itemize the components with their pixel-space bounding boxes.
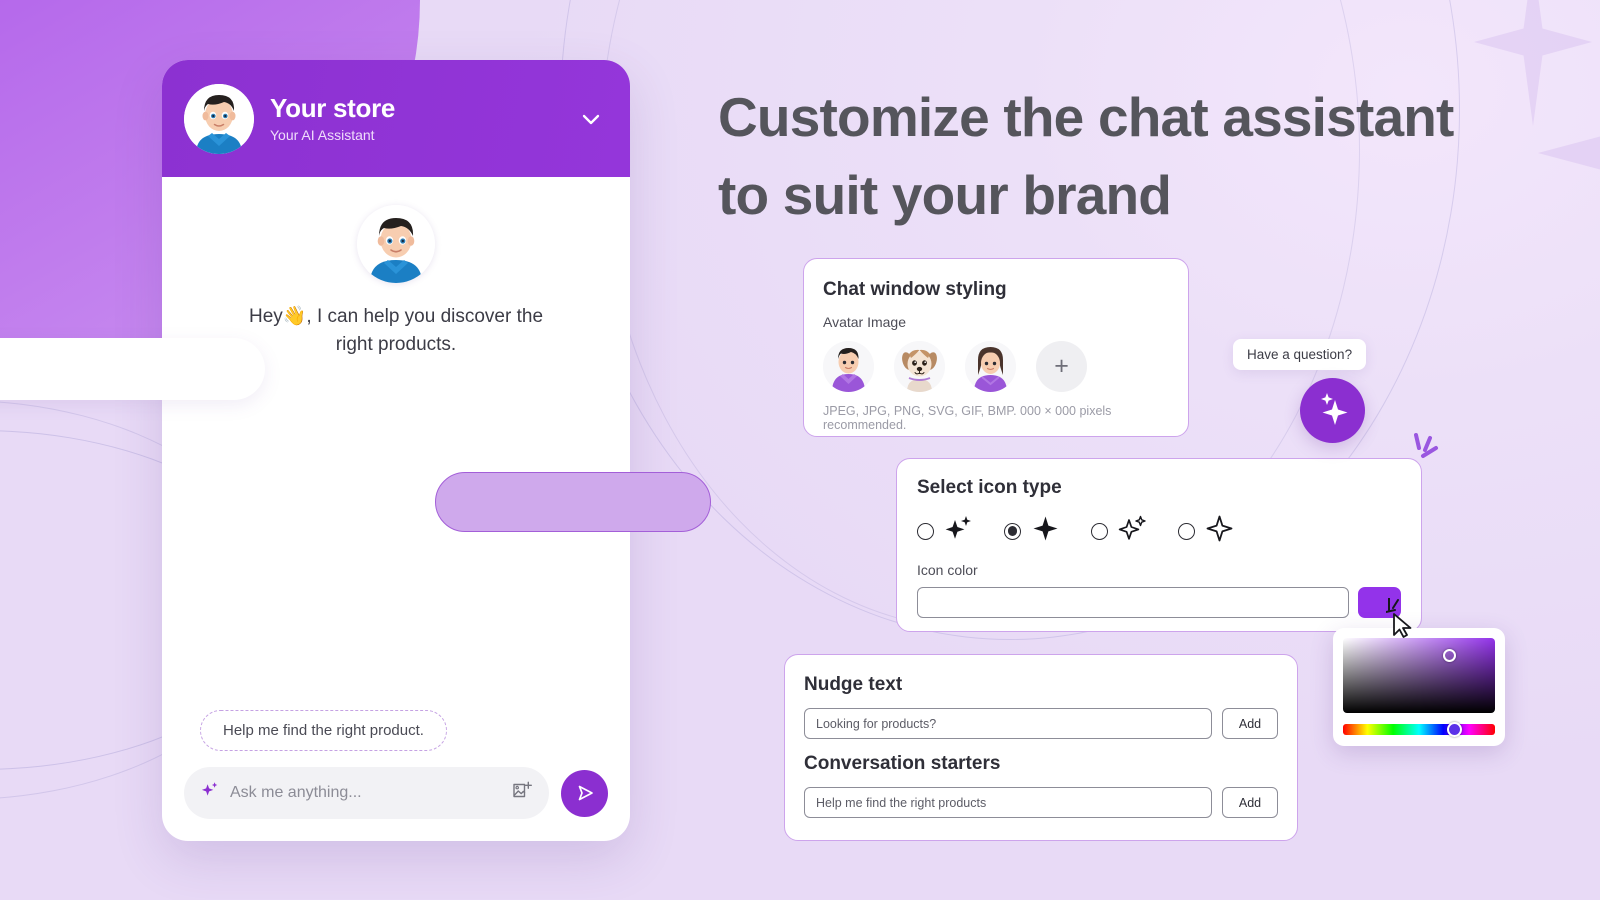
store-title: Your store xyxy=(270,92,396,123)
chat-input-placeholder: Ask me anything... xyxy=(230,784,362,801)
mouse-cursor xyxy=(1385,597,1422,638)
nudge-text-input[interactable]: Looking for products? xyxy=(804,708,1212,739)
avatar-options: + xyxy=(823,341,1169,392)
color-picker-hue-slider[interactable] xyxy=(1343,722,1495,737)
sparkle-icon xyxy=(200,781,219,805)
conversation-starter-chip[interactable]: Help me find the right product. xyxy=(200,710,447,751)
nudge-add-button[interactable]: Add xyxy=(1222,708,1278,739)
send-button[interactable] xyxy=(561,769,608,817)
conversation-starter-input[interactable]: Help me find the right products xyxy=(804,787,1212,818)
conversation-starter-row: Help me find the right products Add xyxy=(804,787,1278,818)
sparkle-icon xyxy=(1314,389,1352,432)
chat-header: Your store Your AI Assistant xyxy=(162,60,630,177)
icon-type-radio-group xyxy=(917,513,1401,549)
sparkle-outline-pair-icon xyxy=(1117,513,1148,549)
icon-type-option-sparkle-filled-single[interactable] xyxy=(1004,513,1061,549)
nudge-text-row: Looking for products? Add xyxy=(804,708,1278,739)
nudge-tooltip: Have a question? xyxy=(1233,339,1367,370)
select-icon-type-card: Select icon type Icon color xyxy=(896,458,1422,632)
conversation-starter-add-button[interactable]: Add xyxy=(1222,787,1278,818)
color-picker-saturation-area[interactable] xyxy=(1343,638,1495,713)
card-title: Select icon type xyxy=(917,477,1062,498)
assistant-greeting: Hey👋, I can help you discover the right … xyxy=(248,306,544,355)
chat-bubble-placeholder xyxy=(0,338,265,400)
add-avatar-button[interactable]: + xyxy=(1036,341,1087,392)
radio-button[interactable] xyxy=(1178,522,1195,540)
chat-composer: Ask me anything... xyxy=(184,767,608,819)
assistant-subtitle: Your AI Assistant xyxy=(270,127,375,144)
sparkle-rays-icon xyxy=(1410,432,1454,470)
radio-button-selected[interactable] xyxy=(1004,522,1021,540)
icon-color-row xyxy=(917,587,1401,618)
chat-header-texts: Your store Your AI Assistant xyxy=(270,92,558,144)
avatar-boy-purple-hoodie[interactable] xyxy=(823,341,874,392)
color-picker-hue-handle[interactable] xyxy=(1447,722,1462,737)
sparkle-filled-single-icon xyxy=(1030,513,1061,549)
image-upload-icon[interactable] xyxy=(512,780,533,806)
page-title-line1: Customize the chat assistant xyxy=(718,86,1454,148)
chat-input[interactable]: Ask me anything... xyxy=(184,767,549,819)
icon-color-label: Icon color xyxy=(917,562,978,578)
color-picker-sv-handle[interactable] xyxy=(1443,649,1456,662)
chat-message-area: Hey👋, I can help you discover the right … xyxy=(162,177,630,710)
icon-type-option-sparkle-filled-pair[interactable] xyxy=(917,513,974,549)
icon-color-input[interactable] xyxy=(917,587,1349,618)
sparkle-filled-pair-icon xyxy=(943,513,974,549)
color-picker-popover xyxy=(1333,628,1505,746)
chat-bubble-placeholder-user xyxy=(435,472,711,532)
assistant-avatar xyxy=(357,205,435,283)
page-title: Customize the chat assistant to suit you… xyxy=(718,78,1458,234)
nudge-text-card: Nudge text Looking for products? Add Con… xyxy=(784,654,1298,841)
conversation-starters-title: Conversation starters xyxy=(804,753,1001,774)
assistant-avatar xyxy=(184,83,254,154)
nudge-text-title: Nudge text xyxy=(804,674,903,695)
icon-type-option-sparkle-outline-single[interactable] xyxy=(1178,513,1235,549)
avatar-dog[interactable] xyxy=(894,341,945,392)
avatar-girl-purple-hoodie[interactable] xyxy=(965,341,1016,392)
card-title: Chat window styling xyxy=(823,279,1007,300)
sparkle-outline-single-icon xyxy=(1204,513,1235,549)
chat-window-styling-card: Chat window styling Avatar Image + JPEG,… xyxy=(803,258,1189,437)
chat-footer: Help me find the right product. Ask me a… xyxy=(162,710,630,841)
radio-button[interactable] xyxy=(1091,522,1108,540)
page-title-line2: to suit your brand xyxy=(718,164,1172,227)
chevron-down-icon[interactable] xyxy=(574,102,608,136)
chat-preview-window: Your store Your AI Assistant Hey👋, I can… xyxy=(162,60,630,841)
radio-button[interactable] xyxy=(917,522,934,540)
avatar-image-label: Avatar Image xyxy=(823,314,907,330)
chat-launcher-button[interactable] xyxy=(1300,378,1365,443)
icon-type-option-sparkle-outline-pair[interactable] xyxy=(1091,513,1148,549)
avatar-format-hint: JPEG, JPG, PNG, SVG, GIF, BMP. 000 × 000… xyxy=(823,404,1112,432)
